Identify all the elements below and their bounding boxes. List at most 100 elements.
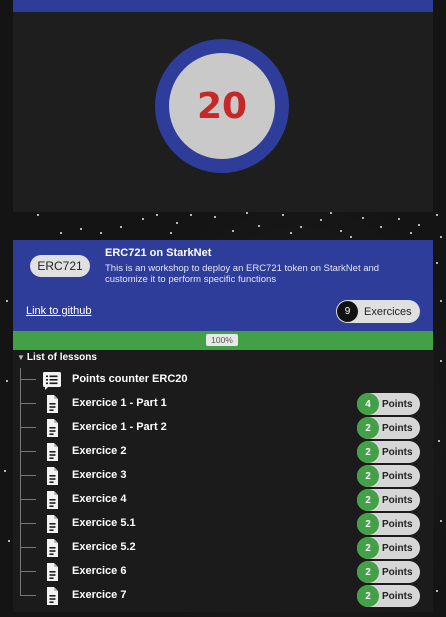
points-chip: 2 Points bbox=[357, 465, 420, 487]
star-dot bbox=[290, 232, 292, 234]
star-dot bbox=[190, 214, 192, 216]
lesson-list-item[interactable]: Exercice 1 - Part 1 4 Points bbox=[13, 392, 433, 416]
lesson-item-label: Exercice 7 bbox=[72, 589, 127, 601]
tree-branch bbox=[20, 523, 36, 524]
star-dot bbox=[436, 262, 438, 264]
lesson-list-item[interactable]: Points counter ERC20 bbox=[13, 368, 433, 392]
star-dot bbox=[100, 232, 102, 234]
star-dot bbox=[170, 232, 172, 234]
score-value: 20 bbox=[196, 85, 248, 127]
lesson-item-label: Points counter ERC20 bbox=[72, 373, 188, 385]
github-link[interactable]: Link to github bbox=[26, 305, 91, 317]
points-chip: 2 Points bbox=[357, 537, 420, 559]
lesson-card: ERC721 ERC721 on StarkNet This is an wor… bbox=[13, 240, 433, 612]
lesson-item-label: Exercice 3 bbox=[72, 469, 127, 481]
points-chip: 2 Points bbox=[357, 441, 420, 463]
tree-branch bbox=[20, 451, 36, 452]
star-dot bbox=[156, 214, 158, 216]
lesson-list-item[interactable]: Exercice 3 2 Points bbox=[13, 464, 433, 488]
tree-branch bbox=[20, 427, 36, 428]
score-card-banner bbox=[13, 0, 433, 12]
points-chip: 2 Points bbox=[357, 489, 420, 511]
star-dot bbox=[246, 212, 248, 214]
star-dot bbox=[440, 300, 442, 302]
document-icon bbox=[42, 394, 62, 414]
lesson-list-item[interactable]: Exercice 7 2 Points bbox=[13, 584, 433, 608]
star-dot bbox=[6, 300, 8, 302]
points-label: Points bbox=[382, 542, 413, 554]
star-dot bbox=[440, 360, 442, 362]
star-dot bbox=[6, 380, 8, 382]
lesson-description: This is an workshop to deploy an ERC721 … bbox=[105, 263, 380, 285]
star-dot bbox=[418, 224, 420, 226]
points-value: 2 bbox=[357, 489, 379, 511]
document-icon bbox=[42, 514, 62, 534]
star-dot bbox=[436, 214, 438, 216]
star-dot bbox=[410, 232, 412, 234]
tree-branch bbox=[20, 499, 36, 500]
points-chip: 2 Points bbox=[357, 561, 420, 583]
points-label: Points bbox=[382, 446, 413, 458]
points-value: 2 bbox=[357, 465, 379, 487]
lesson-list-toggle[interactable]: ▼ List of lessons bbox=[17, 352, 97, 363]
lesson-item-label: Exercice 6 bbox=[72, 565, 127, 577]
lesson-title: ERC721 on StarkNet bbox=[105, 247, 212, 259]
points-chip: 2 Points bbox=[357, 513, 420, 535]
lesson-item-label: Exercice 4 bbox=[72, 493, 127, 505]
lesson-list-item[interactable]: Exercice 5.1 2 Points bbox=[13, 512, 433, 536]
star-dot bbox=[440, 520, 442, 522]
star-dot bbox=[436, 590, 438, 592]
list-document-icon bbox=[42, 370, 62, 390]
points-value: 2 bbox=[357, 441, 379, 463]
star-dot bbox=[440, 236, 442, 238]
star-dot bbox=[380, 226, 382, 228]
lesson-tag-chip: ERC721 bbox=[30, 255, 90, 277]
lesson-list-item[interactable]: Exercice 1 - Part 2 2 Points bbox=[13, 416, 433, 440]
star-dot bbox=[232, 230, 234, 232]
document-icon bbox=[42, 418, 62, 438]
caret-down-icon: ▼ bbox=[17, 353, 25, 362]
tree-branch bbox=[20, 547, 36, 548]
points-value: 4 bbox=[357, 393, 379, 415]
star-dot bbox=[350, 236, 352, 238]
tree-branch bbox=[20, 571, 36, 572]
star-dot bbox=[330, 212, 332, 214]
tree-branch bbox=[20, 379, 36, 380]
points-label: Points bbox=[382, 422, 413, 434]
star-dot bbox=[80, 228, 82, 230]
points-chip: 2 Points bbox=[357, 585, 420, 607]
lesson-item-label: Exercice 2 bbox=[72, 445, 127, 457]
star-dot bbox=[438, 440, 440, 442]
points-label: Points bbox=[382, 470, 413, 482]
star-dot bbox=[4, 470, 6, 472]
points-chip: 4 Points bbox=[357, 393, 420, 415]
star-dot bbox=[340, 230, 342, 232]
score-card: 20 bbox=[13, 0, 433, 212]
points-label: Points bbox=[382, 566, 413, 578]
score-circle: 20 bbox=[169, 53, 275, 159]
lesson-list-item[interactable]: Exercice 2 2 Points bbox=[13, 440, 433, 464]
star-dot bbox=[8, 540, 10, 542]
points-label: Points bbox=[382, 590, 413, 602]
star-dot bbox=[300, 226, 302, 228]
lesson-list-item[interactable]: Exercice 6 2 Points bbox=[13, 560, 433, 584]
star-dot bbox=[176, 222, 178, 224]
tree-branch bbox=[20, 403, 36, 404]
progress-bar: 100% bbox=[13, 331, 433, 350]
tree-branch bbox=[20, 595, 36, 596]
star-dot bbox=[282, 214, 284, 216]
points-label: Points bbox=[382, 494, 413, 506]
document-icon bbox=[42, 442, 62, 462]
document-icon bbox=[42, 538, 62, 558]
lesson-item-label: Exercice 5.2 bbox=[72, 541, 136, 553]
star-dot bbox=[37, 214, 39, 216]
lesson-list-item[interactable]: Exercice 4 2 Points bbox=[13, 488, 433, 512]
points-label: Points bbox=[382, 518, 413, 530]
points-label: Points bbox=[382, 398, 413, 410]
progress-label: 100% bbox=[206, 334, 238, 346]
lesson-item-label: Exercice 1 - Part 1 bbox=[72, 397, 167, 409]
lesson-list-item[interactable]: Exercice 5.2 2 Points bbox=[13, 536, 433, 560]
lesson-item-label: Exercice 1 - Part 2 bbox=[72, 421, 167, 433]
document-icon bbox=[42, 490, 62, 510]
star-dot bbox=[362, 217, 364, 219]
